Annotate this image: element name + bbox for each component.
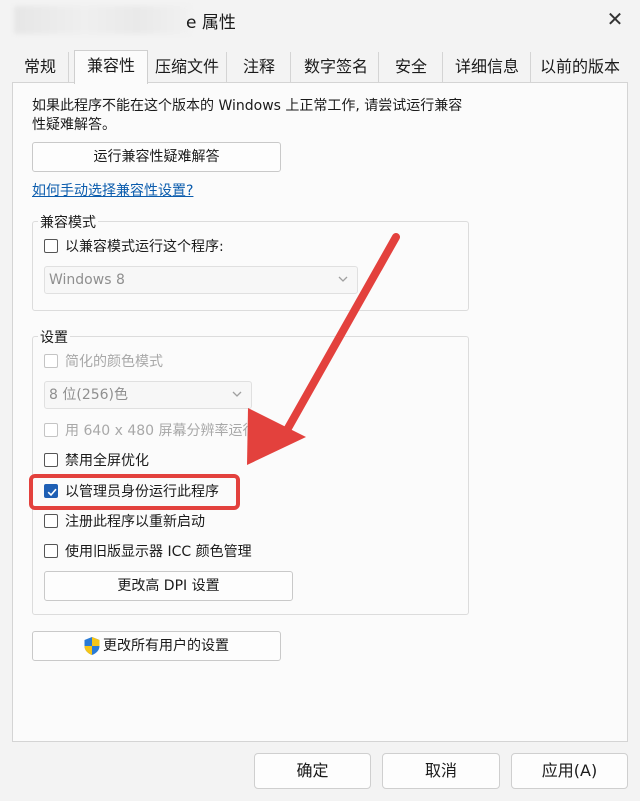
manual-compat-link[interactable]: 如何手动选择兼容性设置? xyxy=(32,180,193,200)
disable-fullscreen-label: 禁用全屏优化 xyxy=(65,453,149,469)
settings-label: 设置 xyxy=(38,327,70,347)
tab-comments[interactable]: 注释 xyxy=(228,52,291,82)
resolution-label: 用 640 x 480 屏幕分辨率运行 xyxy=(65,423,257,439)
compat-mode-select: Windows 8 xyxy=(44,266,358,294)
ok-button[interactable]: 确定 xyxy=(254,753,371,789)
blurred-filename xyxy=(14,6,190,34)
uac-shield-icon xyxy=(84,637,100,655)
tab-digital-signatures[interactable]: 数字签名 xyxy=(294,52,379,82)
register-restart-label: 注册此程序以重新启动 xyxy=(65,514,205,530)
color-mode-select: 8 位(256)色 xyxy=(44,381,252,409)
tab-details[interactable]: 详细信息 xyxy=(444,52,531,82)
reduced-color-checkbox xyxy=(44,354,58,368)
tab-previous-versions[interactable]: 以前的版本 xyxy=(532,52,628,82)
tab-general[interactable]: 常规 xyxy=(12,52,69,82)
legacy-icc-checkbox[interactable] xyxy=(44,544,58,558)
resolution-checkbox xyxy=(44,423,58,437)
annotation-highlight-box xyxy=(29,474,240,510)
window-title: e 属性 xyxy=(186,13,236,33)
reduced-color-label: 简化的颜色模式 xyxy=(65,354,163,370)
compat-mode-checkbox-label: 以兼容模式运行这个程序: xyxy=(65,239,224,255)
legacy-icc-label: 使用旧版显示器 ICC 颜色管理 xyxy=(65,544,252,560)
run-troubleshooter-button[interactable]: 运行兼容性疑难解答 xyxy=(32,142,281,172)
compat-mode-checkbox[interactable] xyxy=(44,239,58,253)
color-mode-select-value: 8 位(256)色 xyxy=(49,387,129,403)
change-all-users-label: 更改所有用户的设置 xyxy=(103,638,229,654)
chevron-down-icon xyxy=(338,276,348,282)
compat-description: 如果此程序不能在这个版本的 Windows 上正常工作, 请尝试运行兼容 性疑难… xyxy=(32,97,482,135)
compat-mode-select-value: Windows 8 xyxy=(49,272,125,288)
description-line-2: 性疑难解答。 xyxy=(32,117,116,133)
cancel-button[interactable]: 取消 xyxy=(382,753,500,789)
change-all-users-button[interactable]: 更改所有用户的设置 xyxy=(32,631,281,661)
apply-button[interactable]: 应用(A) xyxy=(511,753,628,789)
change-dpi-button[interactable]: 更改高 DPI 设置 xyxy=(44,571,293,601)
register-restart-checkbox[interactable] xyxy=(44,514,58,528)
tab-strip: 常规 兼容性 压缩文件 注释 数字签名 安全 详细信息 以前的版本 xyxy=(12,50,628,84)
tab-compatibility[interactable]: 兼容性 xyxy=(74,50,148,84)
tab-compressed-files[interactable]: 压缩文件 xyxy=(148,52,227,82)
tab-security[interactable]: 安全 xyxy=(380,52,443,82)
close-button[interactable]: ✕ xyxy=(598,4,632,34)
chevron-down-icon xyxy=(232,391,242,397)
description-line-1: 如果此程序不能在这个版本的 Windows 上正常工作, 请尝试运行兼容 xyxy=(32,98,463,114)
compat-mode-label: 兼容模式 xyxy=(38,212,98,232)
disable-fullscreen-checkbox[interactable] xyxy=(44,453,58,467)
title-bar: e 属性 ✕ xyxy=(0,0,640,44)
